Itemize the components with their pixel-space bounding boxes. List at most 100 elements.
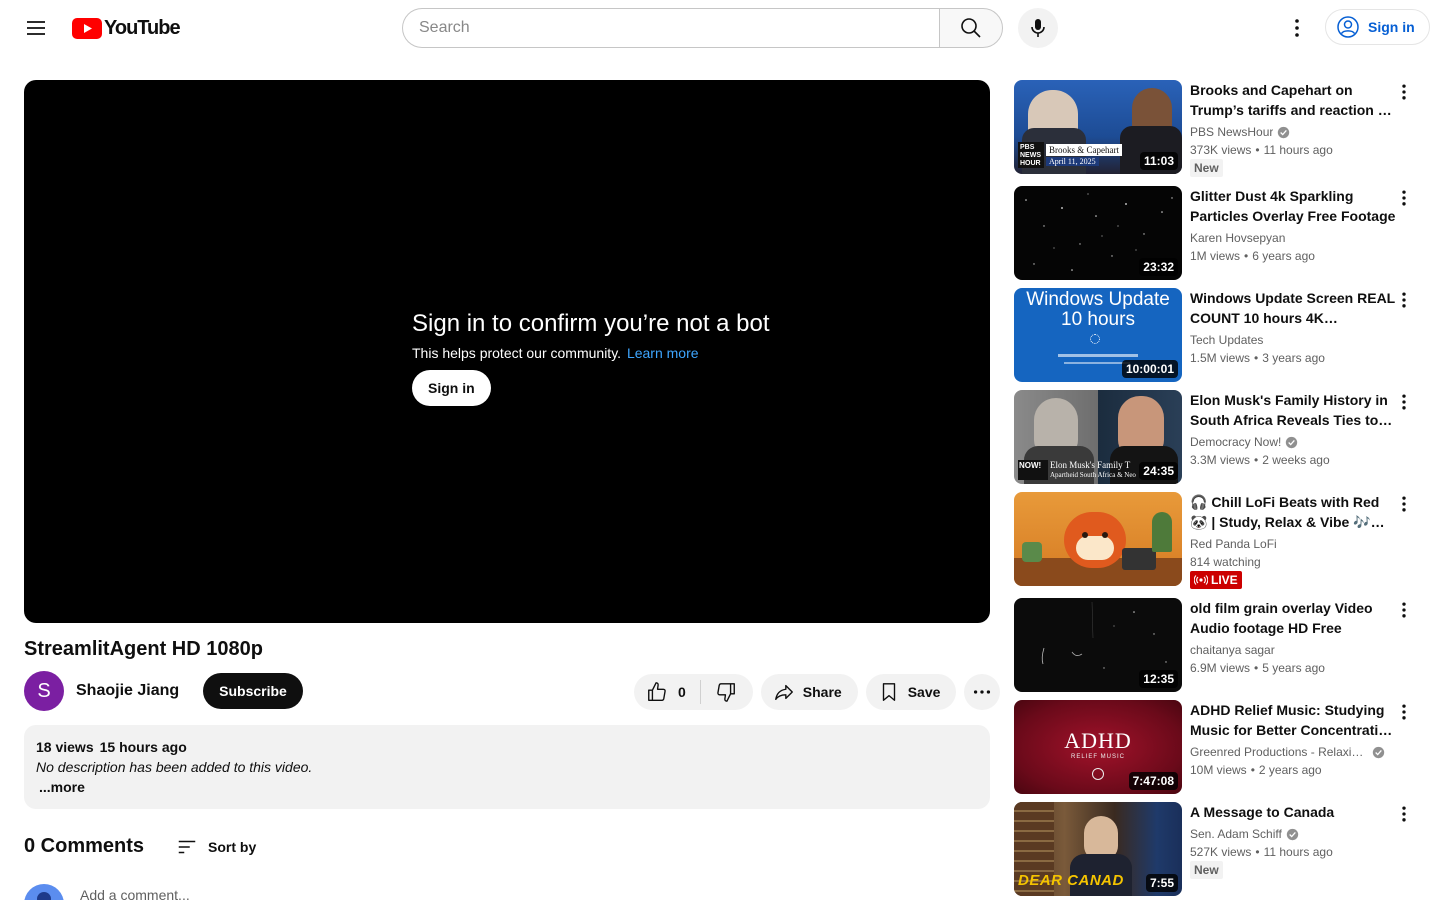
learn-more-link[interactable]: Learn more (627, 345, 699, 361)
channel-name[interactable]: Greenred Productions - Relaxing Music (1190, 743, 1396, 761)
dislike-button[interactable] (699, 680, 753, 704)
video-thumbnail[interactable]: 23:32 (1014, 186, 1182, 280)
verified-icon (1286, 436, 1298, 448)
video-menu-button[interactable] (1392, 700, 1416, 724)
channel-name[interactable]: Karen Hovsepyan (1190, 229, 1396, 247)
channel-name[interactable]: Red Panda LoFi (1190, 535, 1396, 553)
views: 3.3M views (1190, 453, 1251, 467)
video-thumbnail[interactable]: NOW! Elon Musk's Family T Apartheid Sout… (1014, 390, 1182, 484)
video-title-link[interactable]: A Message to Canada (1190, 802, 1396, 822)
view-count: 18 views (36, 739, 94, 755)
sort-comments-button[interactable]: Sort by (176, 836, 256, 858)
video-title-link[interactable]: Glitter Dust 4k Sparkling Particles Over… (1190, 186, 1396, 226)
video-thumbnail[interactable] (1014, 492, 1182, 586)
add-comment-input[interactable]: Add a comment... (80, 887, 190, 900)
video-title-link[interactable]: ADHD Relief Music: Studying Music for Be… (1190, 700, 1396, 740)
video-info: Windows Update Screen REAL COUNT 10 hour… (1190, 288, 1396, 382)
video-duration: 23:32 (1139, 258, 1178, 276)
views: 1M views (1190, 249, 1241, 263)
bookmark-icon (882, 683, 895, 701)
new-badge: New (1190, 159, 1223, 177)
recommendation-item[interactable]: Windows Update 10 hours 10:00:01 Windows… (1014, 288, 1416, 382)
video-title-link[interactable]: old film grain overlay Video Audio foota… (1190, 598, 1396, 638)
bot-check-subtitle-text: This helps protect our community. (412, 345, 622, 361)
channel-name-link[interactable]: Shaojie Jiang (76, 682, 179, 700)
recommendation-item[interactable]: 12:35 old film grain overlay Video Audio… (1014, 598, 1416, 692)
video-menu-button[interactable] (1392, 802, 1416, 826)
thumbnail-caption: Windows Update (1026, 289, 1170, 310)
share-button[interactable]: Share (760, 674, 858, 710)
video-title-link[interactable]: Brooks and Capehart on Trump’s tariffs a… (1190, 80, 1396, 120)
channel-name-text: PBS NewsHour (1190, 125, 1274, 139)
new-badge: New (1190, 861, 1223, 879)
save-button[interactable]: Save (865, 674, 957, 710)
like-button[interactable]: 0 (634, 674, 700, 710)
video-menu-button[interactable] (1392, 390, 1416, 414)
video-title-link[interactable]: 🎧 Chill LoFi Beats with Red 🐼 | Study, R… (1190, 492, 1396, 532)
video-meta: 10M views • 2 years ago (1190, 763, 1322, 777)
video-thumbnail[interactable]: ADHD RELIEF MUSIC 7:47:08 (1014, 700, 1182, 794)
video-duration: 24:35 (1139, 462, 1178, 480)
upload-age: 11 hours ago (1263, 845, 1333, 859)
channel-name[interactable]: Democracy Now! (1190, 433, 1396, 451)
recommendation-item[interactable]: 🎧 Chill LoFi Beats with Red 🐼 | Study, R… (1014, 492, 1416, 589)
video-menu-button[interactable] (1392, 598, 1416, 622)
recommendation-item[interactable]: DEAR CANAD 7:55 A Message to Canada Sen.… (1014, 802, 1416, 896)
sort-label: Sort by (208, 838, 257, 855)
sign-in-button[interactable]: Sign in (1325, 9, 1430, 45)
video-menu-button[interactable] (1392, 80, 1416, 104)
description-more-link[interactable]: ...more (39, 777, 978, 797)
video-thumbnail[interactable]: PBS NEWS HOUR Brooks & Capehart April 11… (1014, 80, 1182, 174)
video-meta: 1.5M views • 3 years ago (1190, 351, 1325, 365)
video-title-link[interactable]: Windows Update Screen REAL COUNT 10 hour… (1190, 288, 1396, 328)
video-info: old film grain overlay Video Audio foota… (1190, 598, 1396, 692)
voice-search-button[interactable] (1018, 8, 1058, 48)
sign-in-label: Sign in (1368, 19, 1415, 35)
video-meta: 1M views • 6 years ago (1190, 249, 1315, 263)
recommendation-item[interactable]: ADHD RELIEF MUSIC 7:47:08 ADHD Relief Mu… (1014, 700, 1416, 794)
search-box (402, 8, 1003, 48)
video-title: StreamlitAgent HD 1080p (24, 638, 263, 660)
recommendation-item[interactable]: 23:32 Glitter Dust 4k Sparkling Particle… (1014, 186, 1416, 280)
channel-name[interactable]: Sen. Adam Schiff (1190, 825, 1396, 843)
channel-name[interactable]: Tech Updates (1190, 331, 1396, 349)
search-icon (961, 18, 981, 38)
subscribe-button[interactable]: Subscribe (203, 673, 303, 709)
settings-more-button[interactable] (1277, 8, 1317, 48)
channel-name[interactable]: PBS NewsHour (1190, 123, 1396, 141)
video-menu-button[interactable] (1392, 288, 1416, 312)
verified-icon (1286, 828, 1299, 840)
comments-count: 0 Comments (24, 835, 145, 857)
video-player[interactable]: Sign in to confirm you’re not a bot This… (24, 80, 990, 623)
more-vertical-icon (1402, 292, 1406, 308)
guide-menu-button[interactable] (16, 8, 56, 48)
youtube-logo[interactable]: YouTube (72, 17, 181, 40)
more-vertical-icon (1402, 496, 1406, 512)
recommendation-item[interactable]: NOW! Elon Musk's Family T Apartheid Sout… (1014, 390, 1416, 484)
channel-name[interactable]: chaitanya sagar (1190, 641, 1396, 659)
search-button[interactable] (939, 8, 1003, 48)
video-title-link[interactable]: Elon Musk's Family History in South Afri… (1190, 390, 1396, 430)
search-input[interactable] (402, 8, 939, 48)
thumbnail-subcaption: Apartheid South Africa & Neo (1050, 471, 1136, 479)
description-box[interactable]: 18 views 15 hours ago No description has … (24, 725, 990, 809)
video-meta: 3.3M views • 2 weeks ago (1190, 453, 1330, 467)
channel-name-text: Sen. Adam Schiff (1190, 827, 1282, 841)
upload-age: 6 years ago (1252, 249, 1315, 263)
channel-avatar[interactable]: S (24, 671, 64, 711)
more-horizontal-icon (974, 690, 991, 694)
upload-age: 3 years ago (1262, 351, 1325, 365)
video-thumbnail[interactable]: Windows Update 10 hours 10:00:01 (1014, 288, 1182, 382)
recommendation-item[interactable]: PBS NEWS HOUR Brooks & Capehart April 11… (1014, 80, 1416, 177)
video-menu-button[interactable] (1392, 492, 1416, 516)
video-thumbnail[interactable]: DEAR CANAD 7:55 (1014, 802, 1182, 896)
views: 6.9M views (1190, 661, 1251, 675)
share-icon (774, 684, 793, 701)
more-actions-button[interactable] (964, 674, 1001, 710)
share-label: Share (802, 684, 842, 700)
more-vertical-icon (1402, 190, 1406, 206)
thumbnail-caption: Brooks & Capehart (1046, 144, 1122, 156)
video-thumbnail[interactable]: 12:35 (1014, 598, 1182, 692)
player-sign-in-button[interactable]: Sign in (412, 370, 491, 406)
video-menu-button[interactable] (1392, 186, 1416, 210)
